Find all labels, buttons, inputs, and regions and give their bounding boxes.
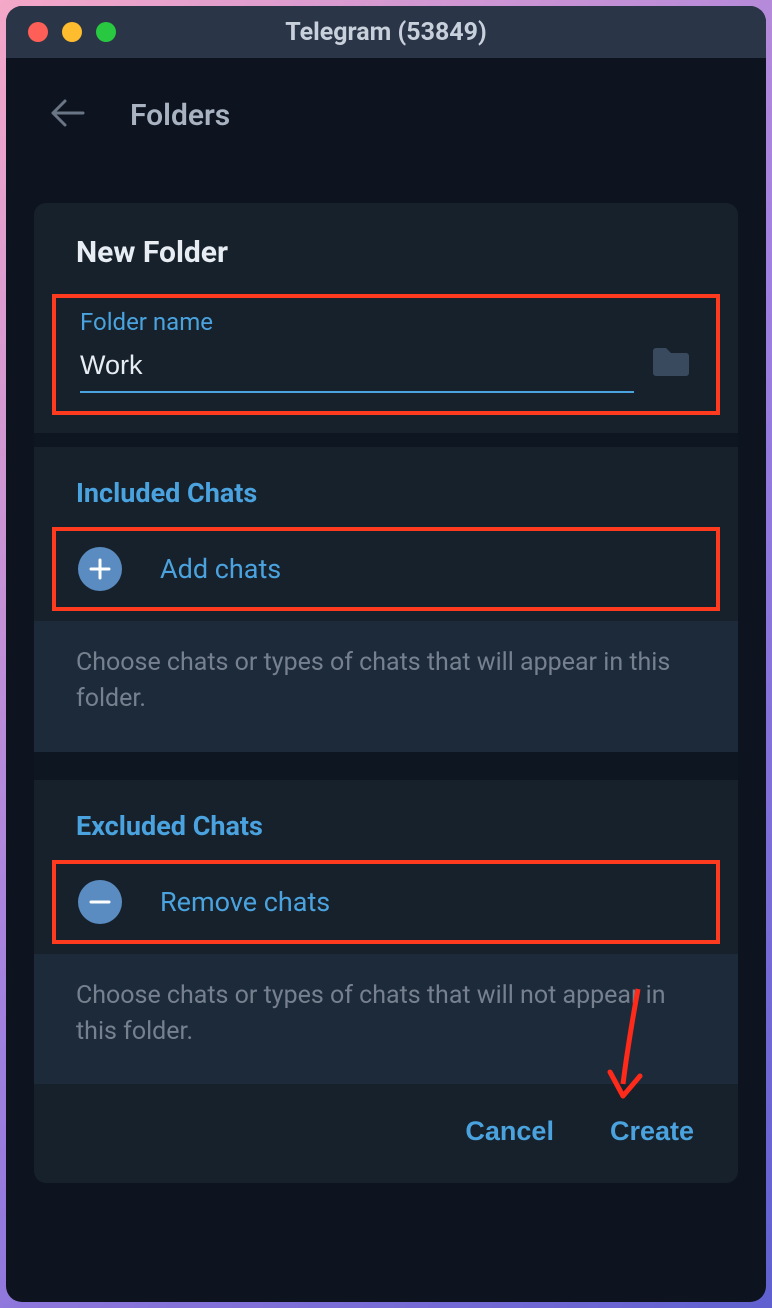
page-header: Folders [6, 58, 766, 173]
remove-chats-button[interactable]: Remove chats [52, 860, 720, 944]
section-divider [34, 433, 738, 447]
titlebar: Telegram (53849) [6, 6, 766, 58]
excluded-chats-title: Excluded Chats [34, 780, 738, 850]
folder-name-input-row [80, 344, 692, 393]
remove-chats-label: Remove chats [160, 886, 330, 918]
plus-icon [78, 547, 122, 591]
maximize-window-button[interactable] [96, 22, 116, 42]
add-chats-label: Add chats [160, 553, 281, 585]
new-folder-title: New Folder [34, 203, 738, 294]
folder-name-label: Folder name [80, 308, 692, 336]
new-folder-card: New Folder Folder name Included Chats Ad… [34, 203, 738, 1183]
folder-icon[interactable] [650, 345, 692, 383]
folder-name-input[interactable] [80, 344, 634, 393]
add-chats-button[interactable]: Add chats [52, 527, 720, 611]
app-window: Telegram (53849) Folders New Folder Fold… [6, 6, 766, 1302]
back-button[interactable] [51, 97, 85, 135]
traffic-lights [6, 22, 116, 42]
excluded-description: Choose chats or types of chats that will… [34, 954, 738, 1085]
section-spacer [34, 752, 738, 780]
dialog-footer: Cancel Create [34, 1084, 738, 1183]
minimize-window-button[interactable] [62, 22, 82, 42]
close-window-button[interactable] [28, 22, 48, 42]
create-button[interactable]: Create [610, 1116, 694, 1147]
included-description: Choose chats or types of chats that will… [34, 621, 738, 752]
folder-name-field-highlight: Folder name [52, 294, 720, 415]
minus-icon [78, 880, 122, 924]
page-title: Folders [130, 98, 230, 133]
included-chats-title: Included Chats [34, 447, 738, 517]
window-title: Telegram (53849) [6, 18, 766, 47]
cancel-button[interactable]: Cancel [465, 1116, 554, 1147]
